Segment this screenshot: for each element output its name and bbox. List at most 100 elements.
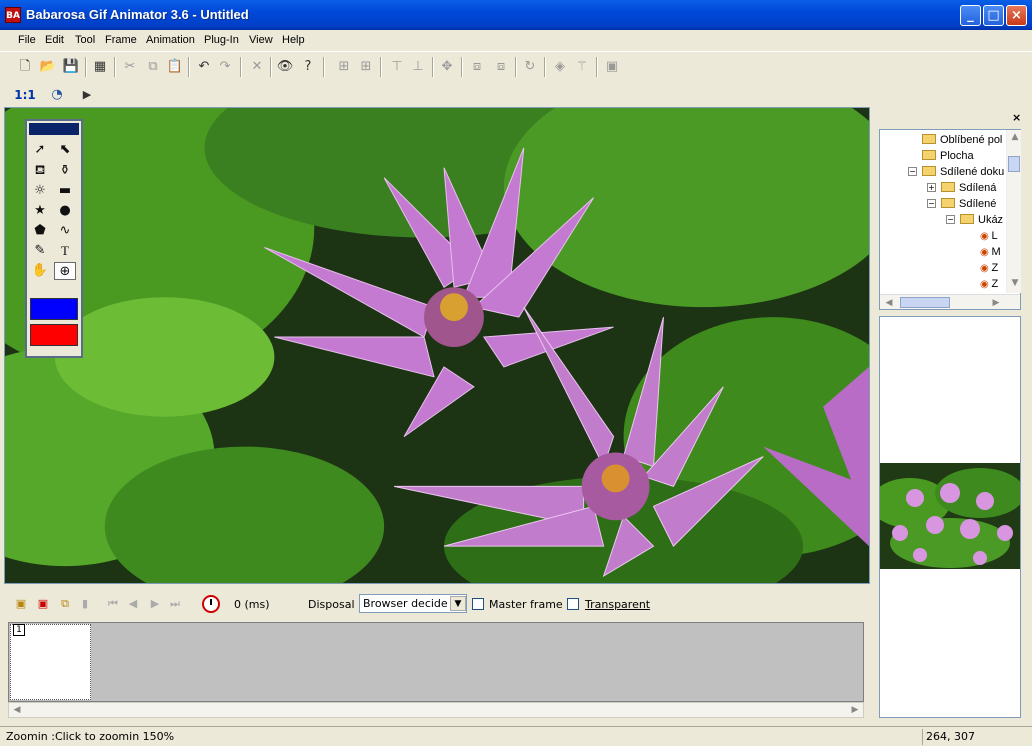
last-frame-icon[interactable]: ⏭ [168,597,182,611]
maximize-button[interactable]: □ [983,5,1004,26]
tree-vscrollbar[interactable]: ▲ ▼ [1006,130,1021,293]
chevron-down-icon[interactable]: ▼ [450,596,466,611]
close-button[interactable]: × [1006,5,1027,26]
align-left-icon[interactable]: ⊞ [335,58,353,76]
brightness-tool-icon[interactable]: ☼ [29,182,51,200]
menu-plugin[interactable]: Plug-In [204,34,239,46]
delay-value[interactable]: 0 (ms) [234,598,270,611]
save-icon[interactable]: 💾 [62,58,80,76]
menu-edit[interactable]: Edit [45,34,64,46]
close-pane-icon[interactable]: × [1012,111,1021,124]
tree-item[interactable]: Sdílené [941,196,996,212]
preview-thumbnail[interactable] [880,463,1020,569]
tree-item[interactable]: Sdílená [941,180,996,196]
menu-view[interactable]: View [249,34,273,46]
browser-preview-icon[interactable]: ◔ [48,86,66,104]
next-frame-icon[interactable]: ▶ [148,597,162,611]
delete-icon[interactable]: ✕ [248,58,266,76]
scroll-right-icon[interactable]: ▶ [847,703,863,717]
scroll-right-icon[interactable]: ▶ [988,296,1004,309]
text-tool-icon[interactable]: T [54,242,76,260]
delay-clock-icon[interactable] [202,595,220,613]
frame-copy-icon[interactable]: ⧈ [468,58,486,76]
ellipse-tool-icon[interactable]: ● [54,202,76,220]
play-icon[interactable]: ▶ [78,86,96,104]
rotate-icon[interactable]: ↻ [521,58,539,76]
tree-item[interactable]: ◉ Z [980,260,998,276]
foreground-color-swatch[interactable] [30,298,78,320]
menu-animation[interactable]: Animation [146,34,195,46]
scroll-up-icon[interactable]: ▲ [1007,130,1023,144]
scroll-down-icon[interactable]: ▼ [1007,276,1023,290]
zoom-1to1-button[interactable]: 1:1 [14,86,36,104]
menu-frame[interactable]: Frame [105,34,137,46]
align-right-icon[interactable]: ⊞ [357,58,375,76]
polygon-tool-icon[interactable]: ⬟ [29,222,51,240]
menu-bar: File Edit Tool Frame Animation Plug-In V… [0,30,1032,52]
prev-frame-icon[interactable]: ◀ [126,597,140,611]
move-icon[interactable]: ✥ [438,58,456,76]
copy-icon[interactable]: ⧉ [144,58,162,76]
scroll-left-icon[interactable]: ◀ [881,296,897,309]
tree-item[interactable]: Oblíbené pol [922,132,1002,148]
pencil-tool-icon[interactable]: ✎ [29,242,51,260]
collapse-icon[interactable]: − [908,167,917,176]
menu-help[interactable]: Help [282,34,305,46]
fill-tool-icon[interactable]: ⛾ [29,162,51,180]
duplicate-frame-icon[interactable]: ⧉ [58,597,72,611]
paste-icon[interactable]: 📋 [166,58,184,76]
minimize-button[interactable]: _ [960,5,981,26]
undo-icon[interactable]: ↶ [195,58,213,76]
frame-paste-icon[interactable]: ⧈ [492,58,510,76]
image-canvas[interactable] [4,107,870,584]
layer-icon[interactable]: ▣ [603,58,621,76]
cut-icon[interactable]: ✂ [121,58,139,76]
tree-item[interactable]: Ukáz [960,212,1003,228]
tree-item[interactable]: Plocha [922,148,974,164]
scroll-thumb[interactable] [900,297,950,308]
menu-tool[interactable]: Tool [75,34,95,46]
tree-item[interactable]: ◉ Z [980,276,998,292]
scroll-thumb[interactable] [1008,156,1020,172]
align-top-icon[interactable]: ⊤ [388,58,406,76]
folder-tree[interactable]: Oblíbené pol Plocha − Sdílené doku + Sdí… [879,129,1021,310]
master-frame-checkbox[interactable] [472,598,484,610]
tree-hscrollbar[interactable]: ◀ ▶ [880,294,1020,309]
curve-tool-icon[interactable]: ∿ [54,222,76,240]
effect-icon[interactable]: ◈ [551,58,569,76]
frames-scrollbar[interactable]: ◀ ▶ [8,702,864,718]
background-color-swatch[interactable] [30,324,78,346]
collapse-icon[interactable]: − [927,199,936,208]
select-tool-icon[interactable]: ⬉ [54,141,76,159]
tree-item[interactable]: Sdílené doku [922,164,1004,180]
new-icon[interactable]: 🗋 [16,58,34,76]
transparent-checkbox[interactable] [567,598,579,610]
redo-icon[interactable]: ↷ [216,58,234,76]
align-bottom-icon[interactable]: ⊥ [409,58,427,76]
insert-frame-icon[interactable]: ▣ [36,597,50,611]
status-bar: Zoomin :Click to zoomin 150% 264, 307 [0,726,1032,746]
frame-number: 1 [13,624,25,636]
preview-gif-icon[interactable]: ▦ [91,58,109,76]
scroll-left-icon[interactable]: ◀ [9,703,25,717]
palette-titlebar[interactable] [29,123,79,135]
first-frame-icon[interactable]: ⏮ [106,597,120,611]
zoom-tool-icon[interactable]: ⊕ [54,262,76,280]
hand-tool-icon[interactable]: ✋ [29,262,51,280]
help-icon[interactable]: ? [299,58,317,76]
menu-file[interactable]: File [18,34,36,46]
wand-icon[interactable]: ⚚ [573,58,591,76]
new-frame-icon[interactable]: ▣ [14,597,28,611]
open-icon[interactable]: 📂 [39,58,57,76]
collapse-icon[interactable]: − [946,215,955,224]
disposal-select[interactable]: Browser decide ▼ [359,594,467,613]
rectangle-tool-icon[interactable]: ▬ [54,182,76,200]
tree-item[interactable]: ◉ L [980,228,998,244]
eye-icon[interactable]: 👁 [276,58,294,76]
spray-tool-icon[interactable]: ⚱ [54,162,76,180]
star-tool-icon[interactable]: ★ [29,202,51,220]
delete-frame-icon[interactable]: ▮ [78,597,92,611]
expand-icon[interactable]: + [927,183,936,192]
tree-item[interactable]: ◉ M [980,244,1001,260]
pointer-tool-icon[interactable]: ➚ [29,141,51,159]
